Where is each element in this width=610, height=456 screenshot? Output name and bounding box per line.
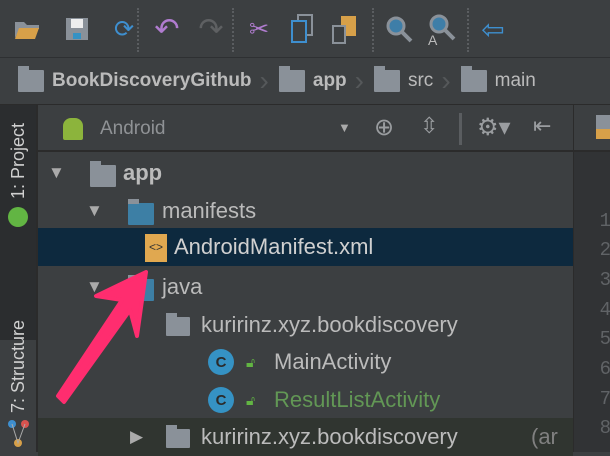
undo-icon[interactable]: ↶ — [150, 12, 184, 46]
breadcrumb-app[interactable]: app — [278, 66, 347, 92]
line-number: 2 — [599, 239, 610, 261]
tree-item-label: AndroidManifest.xml — [174, 234, 374, 259]
line-number-gutter: 1 2 3 4 5 6 7 8 — [574, 152, 610, 452]
expand-triangle-icon[interactable]: ▼ — [48, 163, 65, 183]
redo-icon[interactable]: ↷ — [194, 12, 228, 46]
breadcrumb-label: src — [407, 70, 434, 91]
structure-icon — [8, 420, 29, 448]
xml-manifest-icon: <> — [145, 234, 167, 262]
breadcrumb-label: main — [494, 70, 536, 91]
toolbar-divider — [459, 113, 462, 145]
package-icon — [166, 425, 190, 448]
expand-triangle-icon[interactable]: ▼ — [86, 277, 103, 297]
tool-window-strip: 1: Project 7: Structure — [0, 105, 38, 452]
collapse-all-icon[interactable]: ⇳ — [420, 113, 438, 139]
tree-item-label: ResultListActivity — [274, 387, 441, 412]
hide-panel-icon[interactable]: ⇤ — [533, 113, 551, 139]
tree-item-package-android-test[interactable]: ▶ kuririnz.xyz.bookdiscovery (ar — [38, 418, 573, 456]
svg-text:A: A — [428, 32, 438, 45]
breadcrumb-main[interactable]: main — [460, 66, 536, 92]
folder-icon — [128, 275, 154, 301]
save-icon[interactable] — [60, 12, 94, 46]
breadcrumb: BookDiscoveryGithub › app › src › main — [0, 58, 610, 105]
toolbar-divider — [232, 8, 234, 52]
project-folder-icon — [18, 66, 44, 92]
line-number: 6 — [599, 358, 610, 380]
android-icon — [8, 207, 28, 228]
cut-icon[interactable]: ✂ — [242, 12, 276, 46]
open-folder-icon[interactable] — [10, 12, 44, 46]
tree-item-label: MainActivity — [274, 349, 392, 374]
breadcrumb-src[interactable]: src — [373, 66, 434, 92]
toolbar-divider — [372, 8, 374, 52]
project-tree: ▼ app ▼ manifests <> AndroidManifest.xml… — [38, 152, 573, 456]
tree-item-main-activity[interactable]: C 🔓︎ MainActivity — [38, 343, 573, 381]
sync-icon[interactable]: ⟳ — [107, 12, 141, 46]
module-folder-icon — [90, 161, 116, 187]
collapse-triangle-icon[interactable]: ▶ — [130, 427, 143, 447]
tab-structure[interactable]: 7: Structure — [0, 320, 36, 452]
tree-item-app[interactable]: ▼ app — [38, 154, 573, 192]
line-number: 4 — [599, 299, 610, 321]
toolbar-divider — [137, 8, 139, 52]
android-icon — [63, 118, 83, 140]
editor-tab[interactable] — [574, 105, 610, 152]
locate-icon[interactable]: ⊕ — [374, 113, 394, 142]
tree-item-label: kuririnz.xyz.bookdiscovery — [201, 312, 458, 337]
tree-item-manifests[interactable]: ▼ manifests — [38, 192, 573, 230]
line-number: 3 — [599, 269, 610, 291]
back-icon[interactable]: ⇦ — [476, 12, 510, 46]
tree-item-android-manifest[interactable]: <> AndroidManifest.xml — [38, 228, 573, 266]
editor-area: 1 2 3 4 5 6 7 8 — [573, 105, 610, 452]
chevron-right-icon: › — [354, 65, 364, 96]
folder-icon — [128, 199, 154, 225]
gear-icon[interactable]: ⚙▾ — [477, 113, 511, 142]
class-icon: C — [208, 387, 234, 413]
tree-item-result-list-activity[interactable]: C 🔓︎ ResultListActivity — [38, 381, 573, 419]
tree-item-label: app — [123, 160, 163, 185]
folder-icon — [460, 66, 487, 92]
line-number: 5 — [599, 328, 610, 350]
paste-icon[interactable] — [328, 12, 362, 46]
tree-item-java[interactable]: ▼ java — [38, 268, 573, 306]
breadcrumb-label: app — [312, 70, 347, 91]
main-toolbar: ⟳ ↶ ↷ ✂ A ⇦ — [0, 0, 610, 58]
view-selector[interactable]: Android — [100, 118, 166, 140]
package-icon — [166, 313, 190, 336]
replace-icon[interactable]: A — [425, 12, 459, 46]
tab-project[interactable]: 1: Project — [0, 105, 36, 340]
copy-icon[interactable] — [285, 12, 319, 46]
unlock-icon: 🔓︎ — [246, 392, 256, 408]
tree-item-suffix: (ar — [531, 424, 558, 449]
folder-icon — [373, 66, 400, 92]
class-icon: C — [208, 349, 234, 375]
module-folder-icon — [278, 66, 305, 92]
find-icon[interactable] — [382, 12, 416, 46]
line-number: 7 — [599, 388, 610, 410]
chevron-right-icon: › — [441, 65, 451, 96]
tab-label: 7: Structure — [7, 320, 28, 414]
dropdown-arrow-icon[interactable]: ▼ — [338, 120, 351, 135]
tree-item-label: java — [162, 274, 203, 299]
toolbar-divider — [467, 8, 469, 52]
tree-item-label: kuririnz.xyz.bookdiscovery — [201, 424, 458, 449]
expand-triangle-icon[interactable]: ▼ — [86, 201, 103, 221]
tree-item-label: manifests — [162, 198, 257, 223]
breadcrumb-label: BookDiscoveryGithub — [52, 70, 252, 91]
line-number: 1 — [599, 210, 610, 232]
chevron-right-icon: › — [259, 65, 269, 96]
unlock-icon: 🔓︎ — [246, 354, 256, 370]
xml-badge-icon — [596, 129, 610, 139]
breadcrumb-project[interactable]: BookDiscoveryGithub — [18, 66, 252, 92]
tab-label: 1: Project — [7, 123, 28, 200]
tree-item-package[interactable]: kuririnz.xyz.bookdiscovery — [38, 306, 573, 344]
project-panel-header: Android ▼ ⊕ ⇳ ⚙▾ ⇤ — [38, 105, 573, 152]
line-number: 8 — [599, 417, 610, 439]
